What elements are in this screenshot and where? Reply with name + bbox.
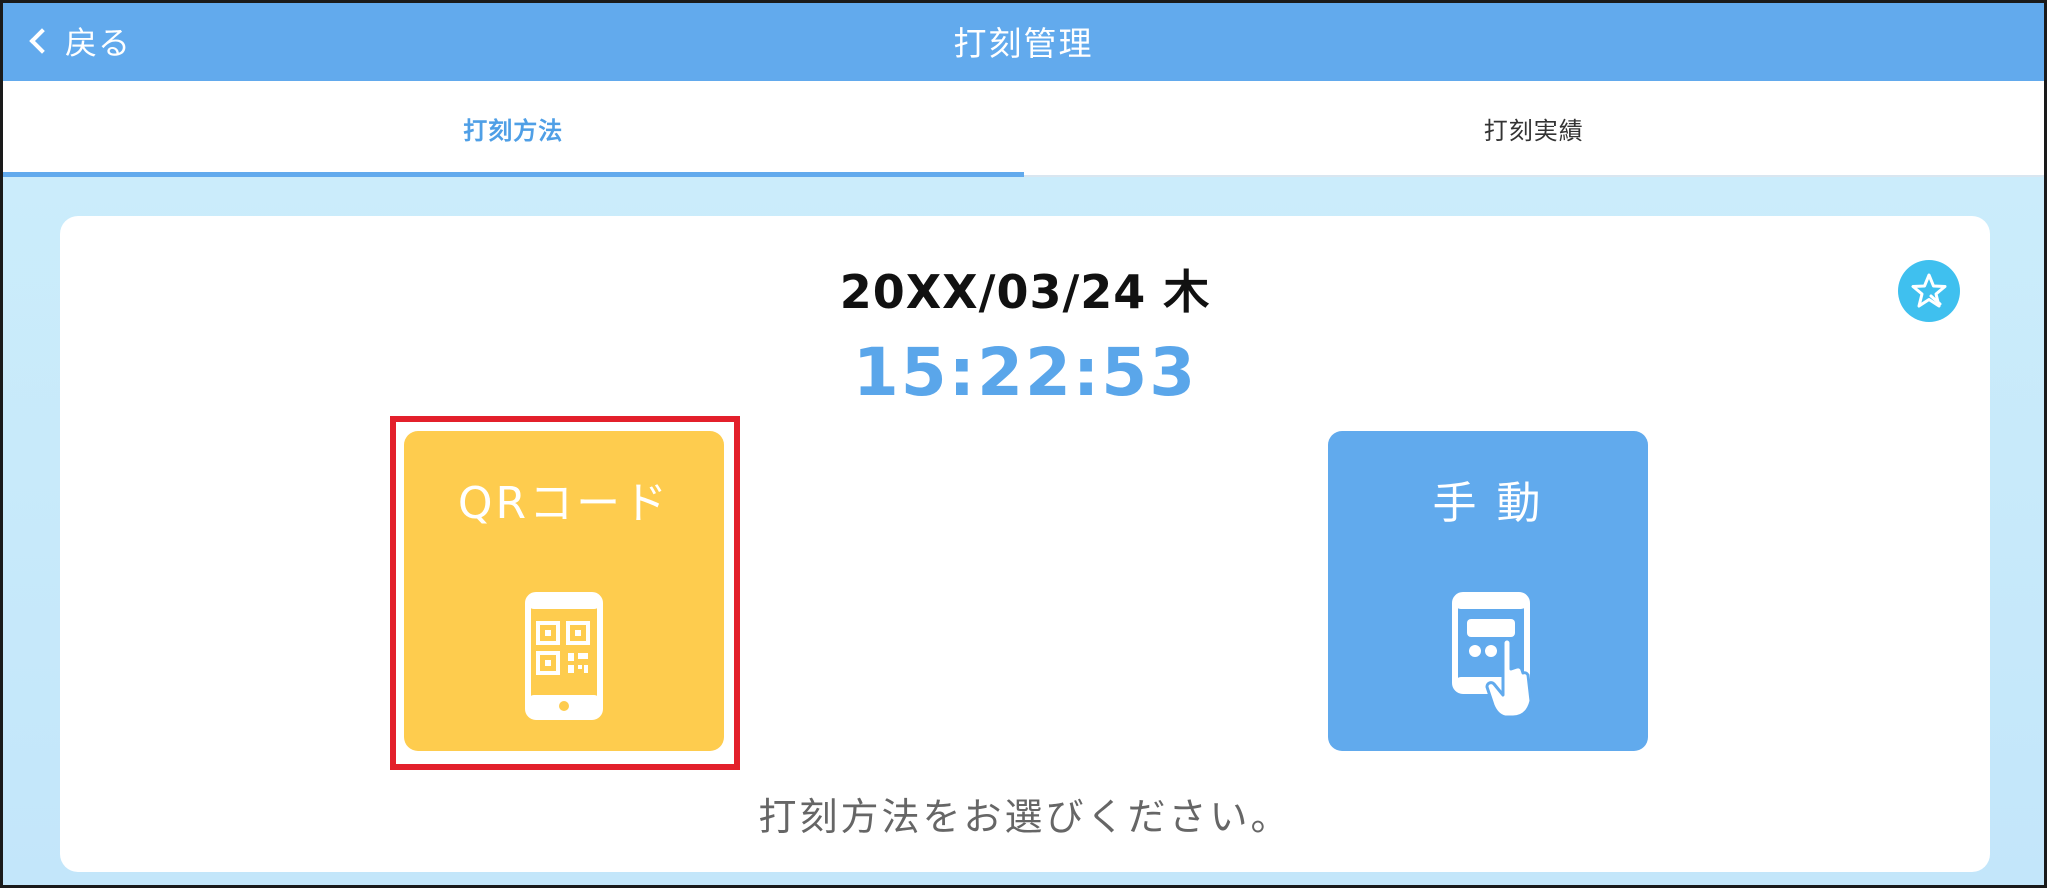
clock-display: 15:22:53 (852, 334, 1198, 411)
app-frame: 戻る 打刻管理 打刻方法 打刻実績 20XX/03/24 木 15:22:53 … (0, 0, 2047, 888)
punch-card: 20XX/03/24 木 15:22:53 QRコード 手 動 打刻方法をお選び… (60, 216, 1990, 872)
instruction-text: 打刻方法をお選びください。 (758, 795, 1292, 839)
page-title: 打刻管理 (953, 24, 1094, 63)
star-icon (1911, 273, 1947, 308)
phone-qr-icon (525, 592, 603, 720)
qr-code-button[interactable]: QRコード (404, 431, 724, 751)
tab-bar: 打刻方法 打刻実績 (3, 81, 2044, 177)
tab-history[interactable]: 打刻実績 (1024, 81, 2045, 175)
manual-button[interactable]: 手 動 (1328, 431, 1648, 751)
manual-label: 手 動 (1432, 478, 1544, 529)
tab-method[interactable]: 打刻方法 (3, 81, 1024, 177)
header-bar: 戻る 打刻管理 (3, 3, 2044, 81)
qr-code-label: QRコード (457, 478, 671, 529)
tablet-touch-icon (1452, 592, 1533, 719)
favorite-button[interactable] (1898, 260, 1960, 322)
date-display: 20XX/03/24 木 (839, 265, 1211, 319)
